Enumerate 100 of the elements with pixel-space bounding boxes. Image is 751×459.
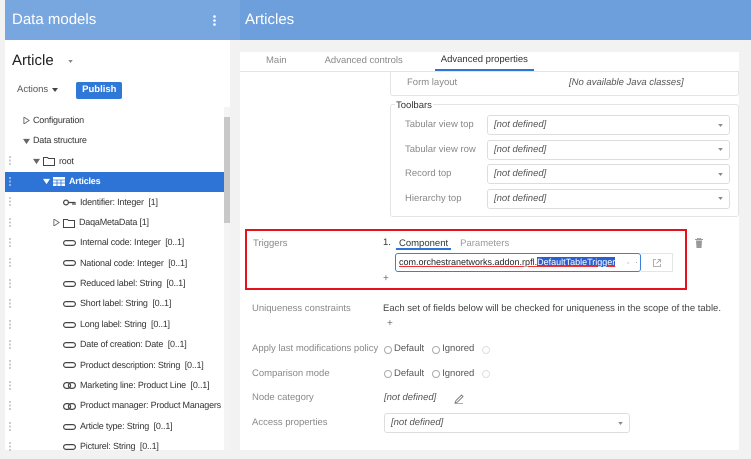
caret-down-icon [718,197,723,200]
drag-handle-icon[interactable] [9,197,11,208]
tree-item[interactable]: Short label: String [0..1] [5,294,224,314]
tree-item-label: Identifier: Integer [1] [80,196,158,209]
radio-button[interactable] [384,370,392,378]
select-field[interactable]: [not defined] [487,164,730,184]
tree-item[interactable]: Product description: String [0..1] [5,355,224,376]
field-label: Tabular view row [405,142,477,157]
external-link-icon [652,258,660,266]
tree-item[interactable]: Configuration [5,110,224,131]
drag-handle-icon[interactable] [9,340,11,350]
drag-handle-icon[interactable] [9,320,11,330]
tab[interactable]: Main [260,52,293,71]
drag-handle-icon[interactable] [9,258,11,268]
tree-item[interactable]: Article type: String [0..1] [5,416,224,437]
caret-down-icon[interactable] [43,178,50,186]
add-button[interactable]: + [383,274,393,284]
field-label: Node category [252,391,315,406]
select-field[interactable]: [not defined] [487,115,730,136]
radio-label[interactable]: Default [394,342,424,357]
tree-item[interactable]: Data structure [5,130,224,152]
drag-handle-icon[interactable] [9,422,11,432]
tree-item-label: DaqaMetaData [1] [79,216,149,229]
caret-down-icon [52,88,58,92]
more-menu-icon[interactable] [213,14,216,26]
field-label: Tabular view top [405,118,475,132]
tree-item[interactable]: Identifier: Integer [1] [5,192,224,212]
field-label: Uniqueness constraints [252,302,352,316]
tree-item[interactable]: Picturel: String [0..1] [5,436,224,458]
tree-item-label: Articles [69,175,100,188]
drag-handle-icon[interactable] [9,380,11,391]
field-label: Record top [405,167,452,182]
radio-label[interactable]: Default [394,366,424,382]
item-number: 1. [383,236,392,250]
tree-item-label: Short label: String [0..1] [80,297,172,310]
tree-item[interactable]: Articles [5,172,224,192]
link-icon [63,402,76,410]
tree-item[interactable]: Date of creation: Date [0..1] [5,334,224,356]
input-field[interactable]: com.orchestranetworks.addon.rpfl.DefaultTableTrigger [395,253,641,272]
field-icon [63,342,76,348]
tree-item[interactable]: DaqaMetaData [1] [5,212,224,233]
tree-item[interactable]: Internal code: Integer [0..1] [5,232,224,254]
folder-icon [43,156,55,166]
publish-button[interactable]: Publish [76,82,122,98]
drag-handle-icon[interactable] [9,360,11,370]
link-icon [63,382,76,390]
caret-right-icon[interactable] [53,219,60,226]
drag-handle-icon[interactable] [9,442,11,452]
tree-item[interactable]: Marketing line: Product Line [0..1] [5,376,224,396]
tree-item[interactable]: National code: Integer [0..1] [5,253,224,274]
tab[interactable]: Advanced properties [434,52,534,71]
field-icon [63,240,76,246]
caret-right-icon[interactable] [23,117,30,124]
tree-item-label: Article type: String [0..1] [80,420,172,433]
drag-handle-icon[interactable] [9,401,11,412]
trash-icon[interactable] [695,238,703,248]
key-icon [63,198,76,206]
tree-item-label: Product description: String [0..1] [80,358,204,372]
drag-handle-icon[interactable] [9,299,11,310]
tree-item-label: Configuration [33,114,84,127]
field-icon [63,301,76,308]
actions-menu[interactable]: Actions [17,82,58,98]
tree-item[interactable]: Product manager: Product Managers [5,396,224,416]
radio-label[interactable]: Ignored [442,366,474,382]
tree-item-label: Data structure [33,134,87,148]
caret-down-icon[interactable] [33,158,40,165]
caret-down-icon [718,124,723,127]
radio-button[interactable] [384,346,392,354]
tree-item[interactable]: Long label: String [0..1] [5,314,224,335]
tab[interactable]: Advanced controls [318,52,409,71]
table-icon [53,177,65,186]
drag-handle-icon[interactable] [9,238,11,248]
drag-handle-icon[interactable] [9,218,11,228]
add-button[interactable]: + [387,319,397,330]
select-field[interactable]: [not defined] [487,188,730,209]
tree-item[interactable]: Reduced label: String [0..1] [5,274,224,294]
radio-button[interactable] [432,370,440,378]
caret-down-icon [718,172,723,176]
field-icon [63,280,76,287]
field-icon [63,424,76,430]
drag-handle-icon[interactable] [9,176,11,187]
folder-icon [63,218,75,228]
field-value: [No available Java classes] [569,76,684,90]
tree-item-label: National code: Integer [0..1] [80,256,188,270]
caret-down-icon[interactable] [68,60,73,63]
select-field[interactable]: [not defined] [487,140,730,160]
pencil-icon[interactable] [454,394,464,404]
caret-down-icon[interactable] [23,138,30,145]
radio-label[interactable]: Ignored [442,342,474,357]
open-link-button[interactable] [641,253,673,272]
field-icon [63,444,76,450]
model-name[interactable]: Article [12,50,54,72]
tree-item[interactable]: root [5,151,224,172]
select-field[interactable]: [not defined] [384,413,630,433]
radio-button[interactable] [432,346,440,354]
drag-handle-icon[interactable] [9,278,11,289]
field-icon [63,362,76,368]
drag-handle-icon[interactable] [9,156,11,166]
field-icon [63,260,76,266]
tab[interactable]: Component [396,237,452,250]
